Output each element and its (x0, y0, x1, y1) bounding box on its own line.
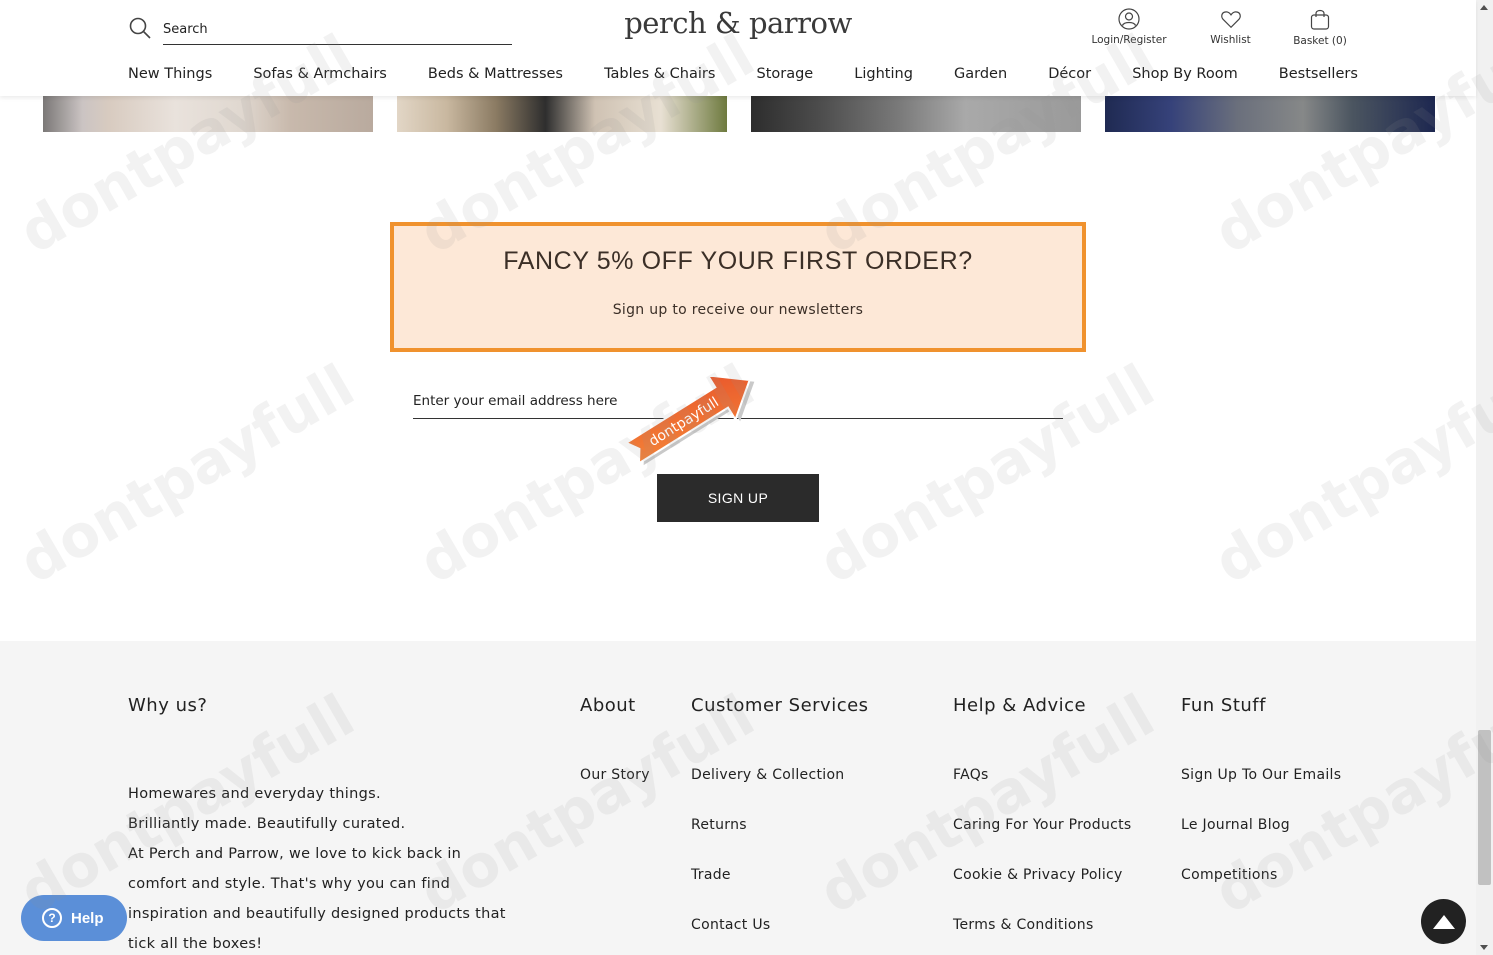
footer-why-us-text: Homewares and everyday things. Brilliant… (128, 779, 528, 955)
why-us-line: Homewares and everyday things. (128, 786, 381, 802)
scrollbar-thumb[interactable] (1478, 730, 1491, 885)
wishlist-link[interactable]: Wishlist (1203, 8, 1258, 46)
login-register-link[interactable]: Login/Register (1086, 8, 1172, 46)
nav-item-shop-by-room[interactable]: Shop By Room (1132, 66, 1238, 88)
scroll-up-arrow-icon[interactable] (1480, 5, 1488, 10)
footer-fun-stuff: Fun Stuff Sign Up To Our Emails Le Journ… (1181, 695, 1341, 917)
scroll-down-arrow-icon[interactable] (1480, 945, 1488, 950)
watermark: dontpayfull (8, 351, 366, 597)
footer-link-terms-conditions[interactable]: Terms & Conditions (953, 917, 1094, 933)
arrow-up-icon (1432, 914, 1455, 929)
footer-link-le-journal-blog[interactable]: Le Journal Blog (1181, 817, 1290, 833)
site-header: perch & parrow Login/Register Wishlist B… (0, 0, 1476, 96)
basket-link[interactable]: Basket (0) (1288, 8, 1352, 47)
promo-subtitle: Sign up to receive our newsletters (612, 302, 864, 318)
product-image[interactable] (397, 96, 727, 132)
newsletter-promo-box: FANCY 5% OFF YOUR FIRST ORDER? Sign up t… (390, 222, 1086, 352)
nav-item-beds-mattresses[interactable]: Beds & Mattresses (428, 66, 563, 88)
page-scrollbar[interactable] (1476, 0, 1493, 955)
help-label: Help (71, 909, 104, 927)
search-input[interactable] (163, 14, 512, 45)
footer-heading-about: About (580, 695, 636, 716)
heart-icon (1220, 11, 1241, 29)
watermark: dontpayfull (1203, 351, 1493, 597)
product-image[interactable] (1105, 96, 1435, 132)
nav-item-storage[interactable]: Storage (756, 66, 813, 88)
search-icon[interactable] (128, 16, 152, 40)
footer-heading-fun-stuff: Fun Stuff (1181, 695, 1266, 716)
arrow-icon: dontpayfull (624, 374, 755, 466)
nav-item-sofas-armchairs[interactable]: Sofas & Armchairs (253, 66, 387, 88)
wishlist-label: Wishlist (1210, 34, 1251, 46)
promo-title: FANCY 5% OFF YOUR FIRST ORDER? (503, 247, 973, 275)
site-logo[interactable]: perch & parrow (600, 6, 876, 40)
login-register-label: Login/Register (1091, 34, 1167, 46)
footer-link-sign-up-emails[interactable]: Sign Up To Our Emails (1181, 767, 1341, 783)
why-us-line: tick all the boxes! (128, 936, 263, 952)
footer-link-contact-us[interactable]: Contact Us (691, 917, 770, 933)
footer-customer-services: Customer Services Delivery & Collection … (691, 695, 869, 955)
footer-link-cookie-privacy[interactable]: Cookie & Privacy Policy (953, 867, 1123, 883)
why-us-line: comfort and style. That's why you can fi… (128, 876, 451, 892)
nav-item-garden[interactable]: Garden (954, 66, 1007, 88)
footer-link-our-story[interactable]: Our Story (580, 767, 650, 783)
footer-link-trade[interactable]: Trade (691, 867, 731, 883)
nav-item-decor[interactable]: Décor (1048, 66, 1091, 88)
footer-link-delivery-collection[interactable]: Delivery & Collection (691, 767, 844, 783)
nav-item-new-things[interactable]: New Things (128, 66, 212, 88)
footer-link-caring-for-products[interactable]: Caring For Your Products (953, 817, 1132, 833)
site-footer: Why us? Homewares and everyday things. B… (0, 641, 1476, 955)
basket-label: Basket (0) (1293, 35, 1347, 47)
nav-item-lighting[interactable]: Lighting (854, 66, 913, 88)
footer-help-advice: Help & Advice FAQs Caring For Your Produ… (953, 695, 1132, 955)
footer-link-competitions[interactable]: Competitions (1181, 867, 1278, 883)
product-image[interactable] (43, 96, 373, 132)
product-image[interactable] (751, 96, 1081, 132)
footer-heading-customer-services: Customer Services (691, 695, 869, 716)
footer-link-faqs[interactable]: FAQs (953, 767, 989, 783)
why-us-line: At Perch and Parrow, we love to kick bac… (128, 846, 462, 862)
nav-item-tables-chairs[interactable]: Tables & Chairs (604, 66, 715, 88)
why-us-line: inspiration and beautifully designed pro… (128, 906, 506, 922)
search-bar (128, 14, 512, 46)
shopping-bag-icon (1310, 9, 1330, 30)
user-icon (1118, 8, 1140, 30)
sign-up-button[interactable]: SIGN UP (657, 474, 819, 522)
nav-item-bestsellers[interactable]: Bestsellers (1279, 66, 1358, 88)
question-icon: ? (42, 908, 62, 928)
footer-why-us: Why us? Homewares and everyday things. B… (128, 695, 528, 955)
footer-heading-why-us: Why us? (128, 695, 208, 716)
main-navigation: New Things Sofas & Armchairs Beds & Matt… (128, 66, 1358, 88)
footer-about: About Our Story (580, 695, 650, 817)
help-button[interactable]: ? Help (21, 895, 127, 941)
footer-link-returns[interactable]: Returns (691, 817, 747, 833)
why-us-line: Brilliantly made. Beautifully curated. (128, 816, 406, 832)
back-to-top-button[interactable] (1421, 899, 1466, 944)
footer-heading-help-advice: Help & Advice (953, 695, 1087, 716)
